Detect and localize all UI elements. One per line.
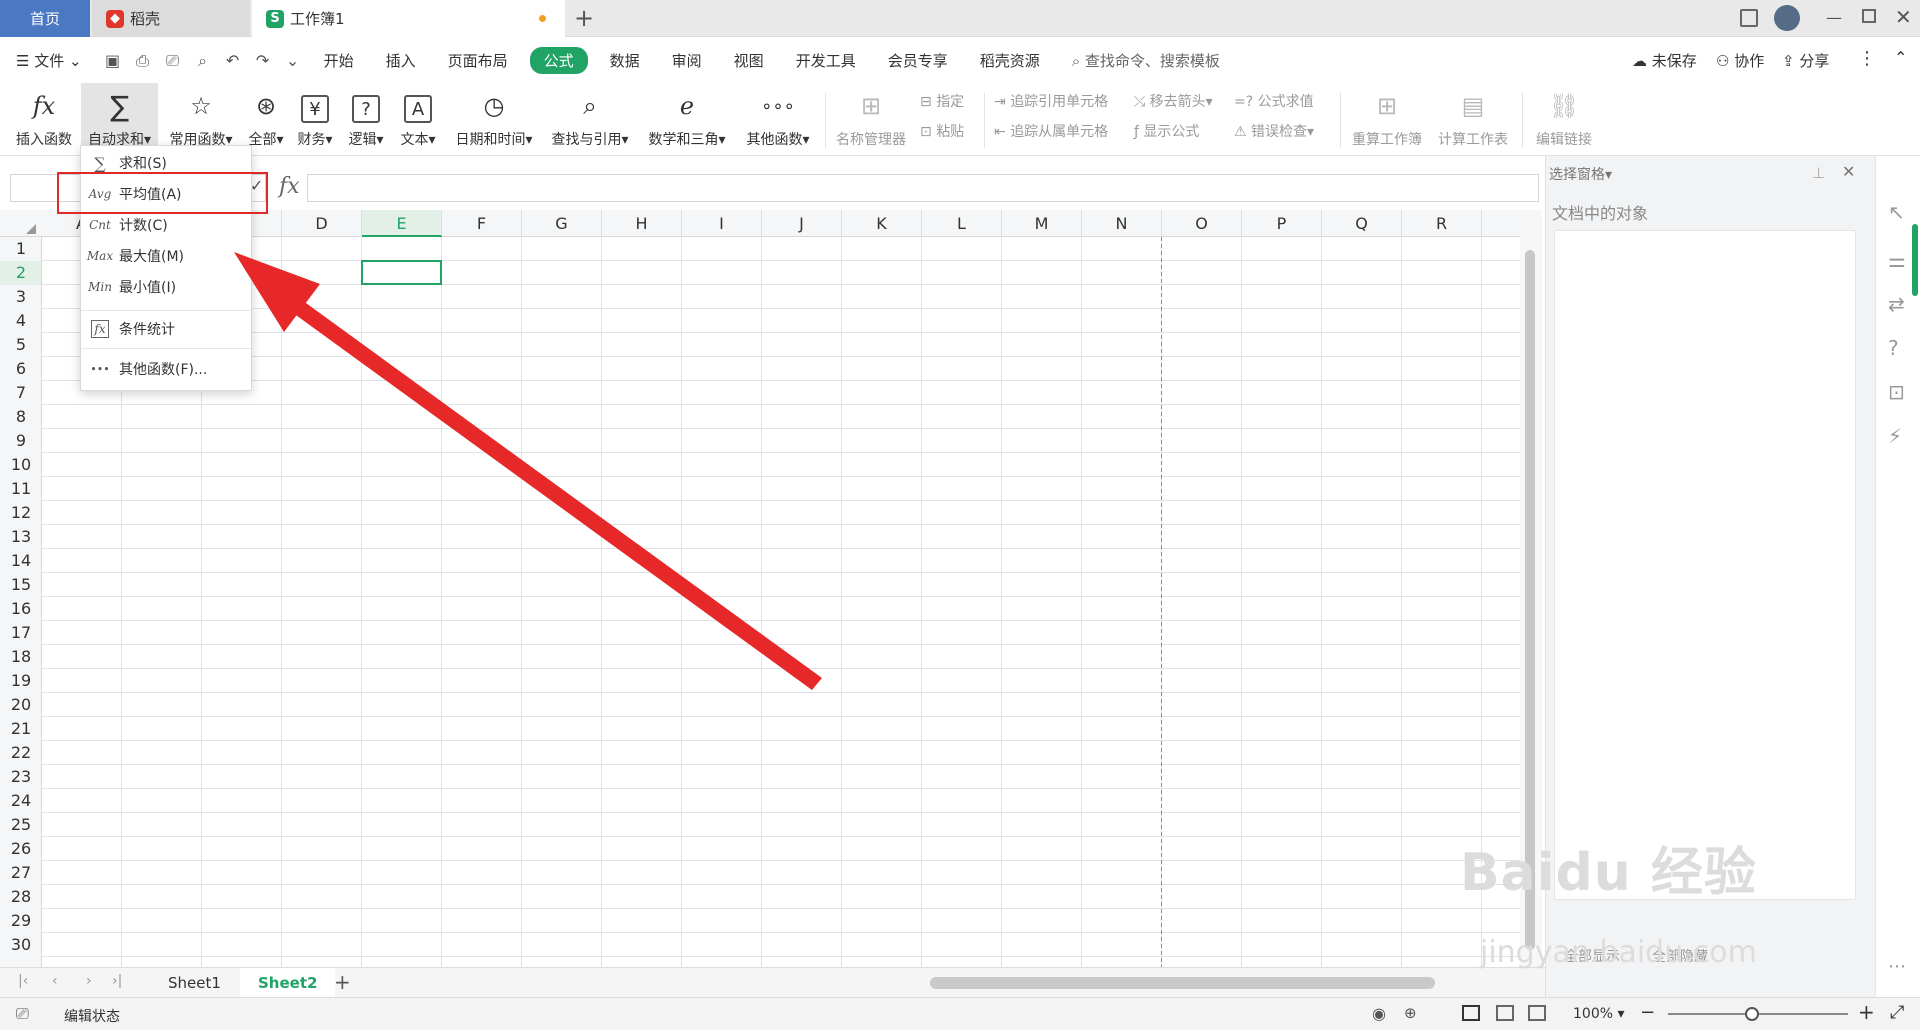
arrow-body bbox=[278, 290, 822, 690]
watermark-logo: Baidu 经验 bbox=[1460, 843, 1757, 903]
watermark-url: jingyan.baidu.com bbox=[1480, 935, 1757, 970]
